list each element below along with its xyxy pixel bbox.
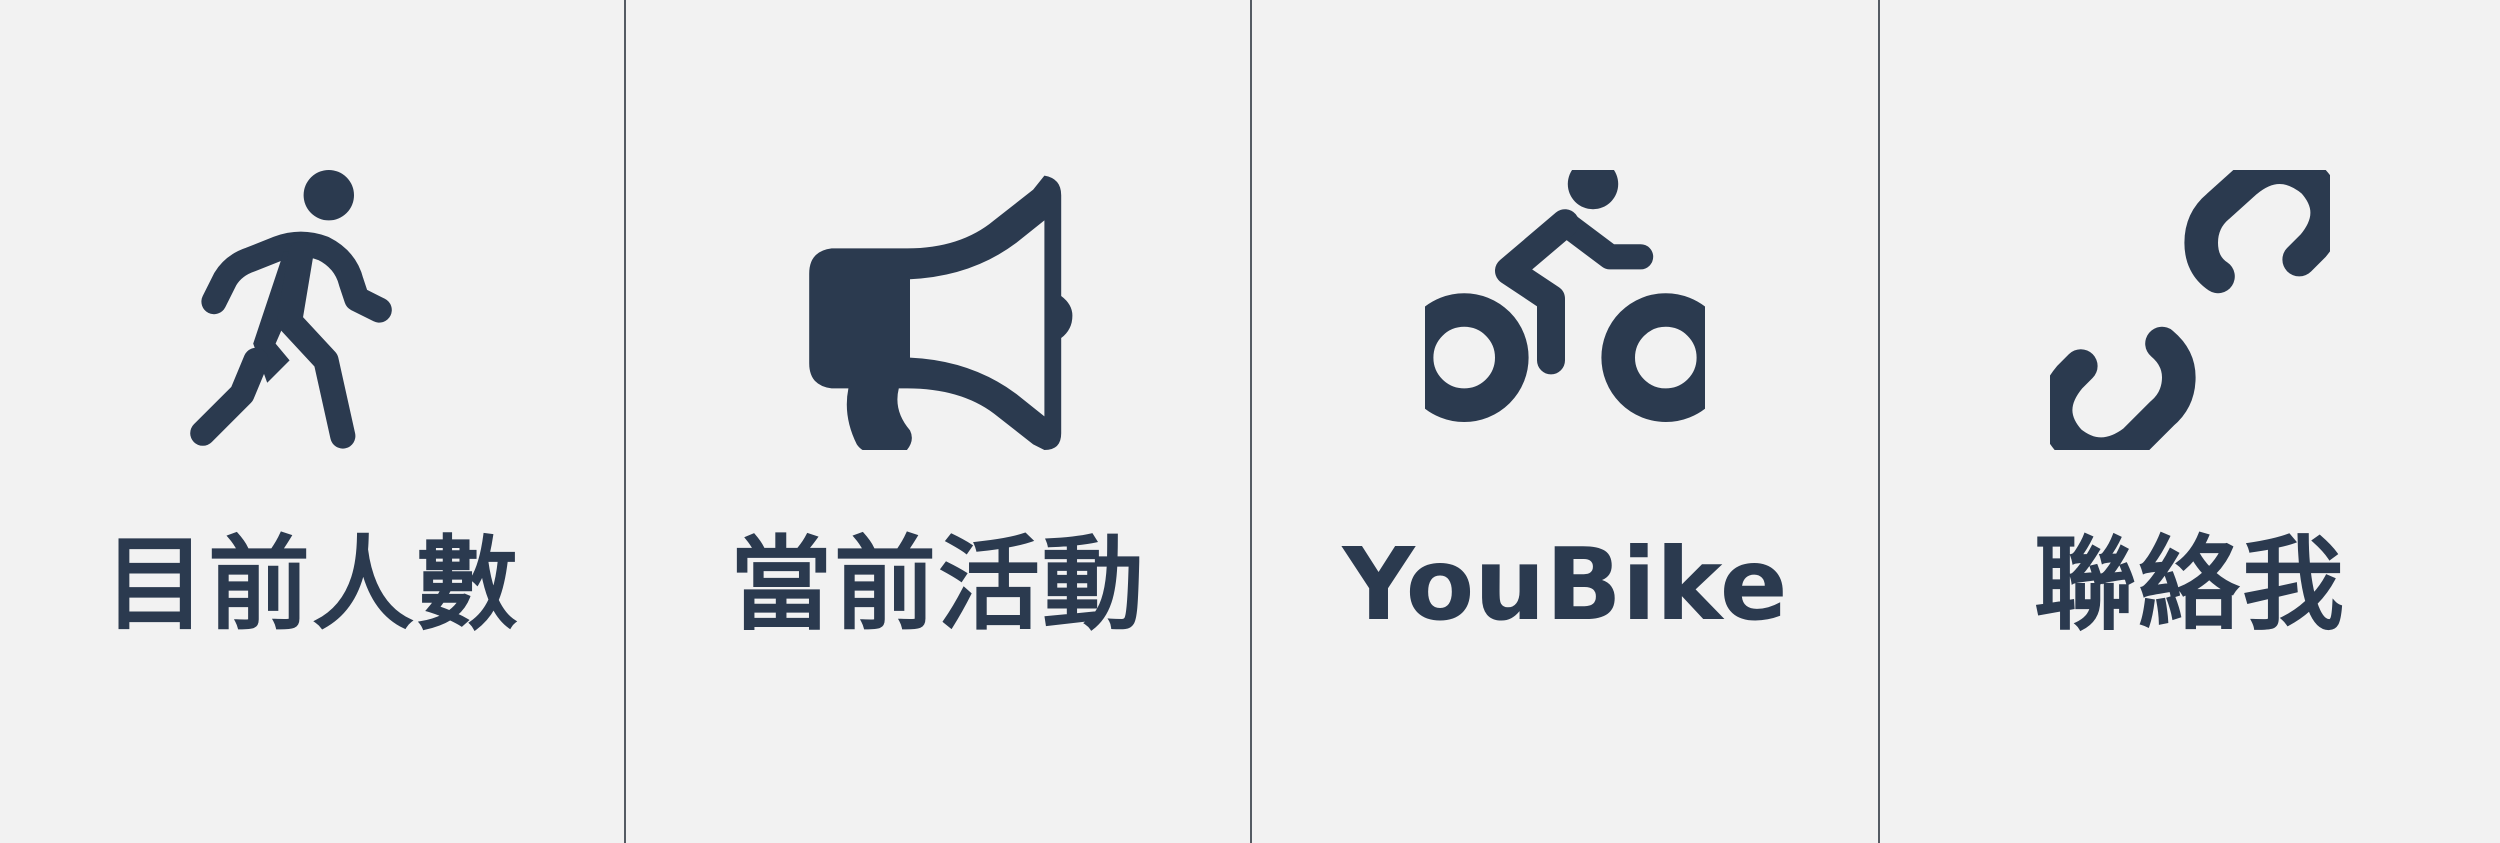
person-biking-icon [1425,170,1705,450]
tile-youbike[interactable]: YouBike [1250,0,1878,843]
megaphone-icon [798,170,1078,450]
tile-label: YouBike [1342,526,1788,643]
tile-contact-me[interactable]: 聯絡我 [1878,0,2500,843]
tile-label: 聯絡我 [2034,526,2346,645]
menu-grid: 目前人數 當前活動 YouBike 聯絡我 [0,0,2500,843]
tile-label: 目前人數 [104,526,520,645]
tile-label: 當前活動 [730,526,1146,645]
link-icon [2050,170,2330,450]
person-walking-icon [172,170,452,450]
tile-current-events[interactable]: 當前活動 [624,0,1250,843]
tile-current-visitors[interactable]: 目前人數 [0,0,624,843]
